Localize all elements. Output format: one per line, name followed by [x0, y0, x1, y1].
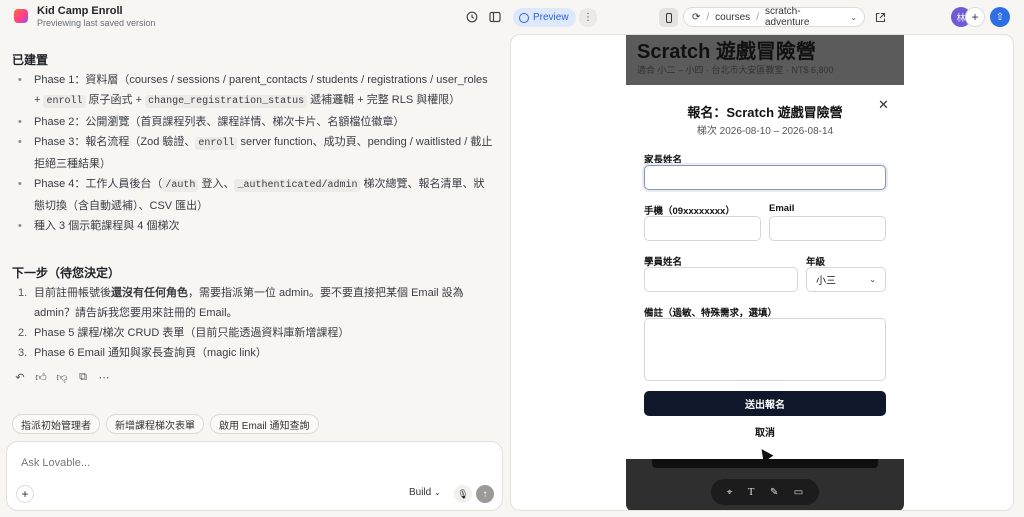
- project-subtitle: Previewing last saved version: [37, 18, 156, 28]
- registration-modal: 報名：Scratch 遊戲冒險營 梯次 2026-08-10 – 2026-08…: [626, 85, 904, 459]
- phase-list: Phase 1：資料層（courses / sessions / parent_…: [14, 70, 494, 236]
- next-steps-list: 1. 目前註冊帳號後還沒有任何角色，需要指派第一位 admin。要不要直接把某個 …: [14, 283, 496, 363]
- parent-name-label: 家長姓名: [644, 155, 683, 166]
- history-icon[interactable]: [463, 8, 481, 26]
- grade-select[interactable]: 小三 ⌄: [806, 267, 886, 292]
- suggestion-chip[interactable]: 啟用 Email 通知查詢: [210, 414, 319, 434]
- list-item: Phase 2：公開瀏覽（首頁課程列表、課程詳情、梯次卡片、名額檔位徽章）: [14, 112, 494, 132]
- list-item: Phase 3：報名流程（Zod 驗證、enroll server functi…: [14, 132, 494, 174]
- suggestion-chip[interactable]: 指派初始管理者: [12, 414, 100, 434]
- thumbs-up-icon[interactable]: 👍︎: [35, 371, 47, 384]
- parent-name-input[interactable]: [644, 165, 886, 190]
- pencil-icon[interactable]: ✎: [770, 487, 778, 498]
- close-icon[interactable]: ✕: [878, 97, 889, 113]
- invite-plus-icon[interactable]: +: [965, 7, 985, 27]
- chevron-down-icon[interactable]: ⌄: [115, 6, 123, 17]
- lovable-logo-icon[interactable]: [14, 9, 28, 23]
- notes-textarea[interactable]: [644, 318, 886, 381]
- chevron-down-icon: ⌄: [869, 275, 876, 284]
- list-item: 3. Phase 6 Email 通知與家長查詢頁（magic link）: [18, 347, 267, 359]
- course-subtitle: 適合 小二 – 小四 · 台北市大安區教室 · NT$ 6,800: [637, 65, 834, 75]
- edit-toolbar: ⌖ T ✎ ▭: [711, 479, 819, 505]
- url-bar[interactable]: ⟳ / courses / scratch-adventure ⌄: [683, 6, 865, 28]
- project-title[interactable]: Kid Camp Enroll: [37, 5, 123, 17]
- preview-tab[interactable]: Preview: [513, 8, 576, 27]
- list-item: 種入 3 個示範課程與 4 個梯次: [14, 216, 494, 236]
- comment-icon[interactable]: ▭: [794, 487, 803, 498]
- sidebar-toggle-icon[interactable]: [486, 8, 504, 26]
- preview-label: Preview: [533, 12, 569, 23]
- modal-subtitle: 梯次 2026-08-10 – 2026-08-14: [696, 126, 834, 137]
- copy-icon[interactable]: ⧉: [77, 371, 89, 383]
- next-steps-heading: 下一步（待您決定）: [12, 266, 121, 280]
- course-title: Scratch 遊戲冒險營: [637, 41, 816, 63]
- chat-panel: 已建置 Phase 1：資料層（courses / sessions / par…: [0, 34, 510, 517]
- submit-button[interactable]: 送出報名: [644, 391, 886, 416]
- send-button[interactable]: ↑: [476, 485, 494, 503]
- more-icon[interactable]: ⋯: [98, 371, 110, 384]
- grade-label: 年級: [806, 257, 826, 268]
- more-options-icon[interactable]: ⋮: [579, 8, 597, 27]
- page-header-overlay: Scratch 遊戲冒險營 適合 小二 – 小四 · 台北市大安區教室 · NT…: [626, 35, 904, 85]
- top-bar: Kid Camp Enroll ⌄ Previewing last saved …: [0, 0, 1024, 34]
- modal-title: 報名：Scratch 遊戲冒險營: [687, 105, 843, 120]
- built-heading: 已建置: [12, 53, 49, 67]
- select-element-icon[interactable]: ⌖: [727, 487, 733, 498]
- thumbs-down-icon[interactable]: 👎︎: [56, 371, 68, 384]
- student-name-label: 學員姓名: [644, 257, 683, 268]
- list-item: 2. Phase 5 課程/梯次 CRUD 表單（目前只能透過資料庫新增課程）: [18, 327, 350, 339]
- text-tool-icon[interactable]: T: [748, 486, 755, 498]
- mobile-view-button[interactable]: [659, 8, 678, 27]
- suggestion-chip[interactable]: 新增課程梯次表單: [106, 414, 204, 434]
- notes-label: 備註（過敏、特殊需求，選填）: [644, 308, 778, 319]
- mode-select[interactable]: Build ⌄: [409, 487, 441, 498]
- open-external-icon[interactable]: [871, 8, 889, 26]
- student-name-input[interactable]: [644, 267, 798, 292]
- phone-input[interactable]: [644, 216, 761, 241]
- refresh-icon[interactable]: ⟳: [692, 12, 700, 23]
- suggestion-chips: 指派初始管理者 新增課程梯次表單 啟用 Email 通知查詢: [12, 414, 319, 434]
- url-segment-slug: scratch-adventure: [764, 6, 810, 28]
- add-attachment-icon[interactable]: +: [16, 485, 34, 503]
- cancel-button[interactable]: 取消: [626, 424, 904, 439]
- chat-composer[interactable]: Ask Lovable... + Build ⌄ 🎙︎ ↑: [6, 441, 503, 511]
- preview-area: Scratch 遊戲冒險營 適合 小二 – 小四 · 台北市大安區教室 · NT…: [510, 34, 1014, 511]
- email-label: Email: [769, 203, 795, 214]
- undo-icon[interactable]: ↶: [14, 371, 26, 384]
- email-input[interactable]: [769, 216, 886, 241]
- url-segment-courses: courses: [715, 11, 751, 23]
- publish-upload-icon[interactable]: ⇧: [990, 7, 1010, 27]
- list-item: Phase 4：工作人員後台（/auth 登入、_authenticated/a…: [14, 174, 494, 216]
- phone-label: 手機（09xxxxxxxx）: [644, 206, 735, 217]
- phone-icon: [665, 12, 672, 23]
- microphone-icon[interactable]: 🎙︎: [454, 485, 472, 503]
- chat-input[interactable]: Ask Lovable...: [21, 457, 90, 469]
- globe-icon: [519, 12, 529, 23]
- message-actions: ↶ 👍︎ 👎︎ ⧉ ⋯: [14, 371, 110, 384]
- url-dropdown-icon[interactable]: ⌄: [850, 13, 857, 22]
- mobile-preview-frame: Scratch 遊戲冒險營 適合 小二 – 小四 · 台北市大安區教室 · NT…: [626, 35, 904, 510]
- list-item: Phase 1：資料層（courses / sessions / parent_…: [14, 70, 494, 112]
- list-item: 1. 目前註冊帳號後還沒有任何角色，需要指派第一位 admin。要不要直接把某個 …: [18, 287, 464, 319]
- grade-value: 小三: [816, 276, 836, 287]
